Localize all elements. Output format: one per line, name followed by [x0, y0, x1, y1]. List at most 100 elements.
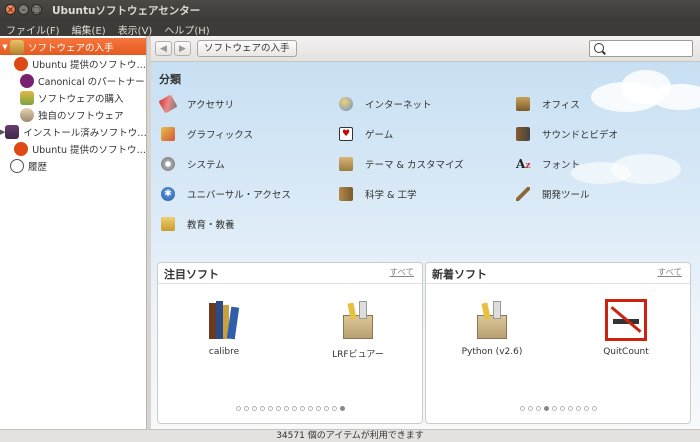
featured-panel: 注目ソフト すべて calibre LRFビュアー: [157, 262, 423, 424]
sidebar-item-get-software[interactable]: ▼ ソフトウェアの入手: [0, 38, 146, 55]
sidebar-item-installed[interactable]: ▶ インストール済みソフトウ…: [0, 123, 146, 140]
fonts-icon: Az: [516, 157, 531, 171]
sidebar-item-installed-ubuntu[interactable]: Ubuntu 提供のソフトウ…: [0, 140, 146, 157]
window-controls: × – □: [5, 4, 42, 15]
sidebar-item-canonical-partners[interactable]: Canonical のパートナー: [0, 72, 146, 89]
menu-edit[interactable]: 編集(E): [66, 20, 112, 37]
pager-dot[interactable]: [315, 406, 321, 411]
pager-dot[interactable]: [251, 406, 257, 411]
pager-dot[interactable]: [543, 406, 549, 411]
new-app-python[interactable]: Python (v2.6): [452, 299, 532, 357]
search-input[interactable]: [589, 40, 693, 57]
title-bar: × – □ Ubuntuソフトウェアセンター: [0, 0, 700, 20]
featured-app-lrf-viewer[interactable]: LRFビュアー: [318, 299, 398, 360]
category-label: サウンドとビデオ: [542, 130, 619, 141]
sidebar-item-purchase[interactable]: ソフトウェアの購入: [0, 89, 146, 106]
app-name: LRFビュアー: [332, 350, 384, 360]
sidebar-item-own-software[interactable]: 独自のソフトウェア: [0, 106, 146, 123]
category-label: オフィス: [542, 100, 580, 111]
category-internet[interactable]: インターネット: [339, 95, 432, 113]
pager-dot[interactable]: [583, 406, 589, 411]
back-button[interactable]: ◀: [155, 41, 172, 56]
maximize-icon[interactable]: □: [31, 4, 42, 15]
category-developer-tools[interactable]: 開発ツール: [516, 185, 590, 203]
pager-dot[interactable]: [591, 406, 597, 411]
category-accessories[interactable]: アクセサリ: [158, 94, 234, 114]
category-education[interactable]: 教育・教養: [161, 215, 235, 233]
category-label: 開発ツール: [542, 190, 590, 201]
category-label: グラフィックス: [187, 130, 254, 141]
graphics-icon: [161, 127, 175, 141]
close-icon[interactable]: ×: [5, 4, 16, 15]
pager-dot[interactable]: [559, 406, 565, 411]
pager-dot[interactable]: [527, 406, 533, 411]
purchase-icon: [20, 90, 34, 105]
menu-view[interactable]: 表示(V): [112, 20, 159, 37]
office-icon: [516, 97, 530, 111]
pager-dot[interactable]: [291, 406, 297, 411]
pager-dot[interactable]: [259, 406, 265, 411]
pager-dot[interactable]: [283, 406, 289, 411]
package-box-icon: [471, 299, 513, 341]
category-label: テーマ & カスタマイズ: [365, 160, 464, 171]
pager-dot[interactable]: [535, 406, 541, 411]
breadcrumb[interactable]: ソフトウェアの入手: [197, 40, 297, 57]
computer-icon: [5, 124, 20, 139]
category-label: システム: [187, 160, 225, 171]
themes-icon: [339, 157, 353, 171]
pager-dot[interactable]: [307, 406, 313, 411]
sidebar-item-label: 履歴: [28, 161, 48, 173]
featured-title: 注目ソフト: [164, 268, 219, 281]
user-icon: [20, 107, 34, 122]
category-label: インターネット: [365, 100, 432, 111]
category-label: フォント: [542, 160, 581, 171]
pager-dot[interactable]: [567, 406, 573, 411]
category-sound-video[interactable]: サウンドとビデオ: [516, 125, 618, 143]
category-fonts[interactable]: Az フォント: [516, 155, 580, 173]
new-all-link[interactable]: すべて: [657, 266, 682, 278]
new-title: 新着ソフト: [432, 268, 487, 281]
pager-dot[interactable]: [299, 406, 305, 411]
new-app-quitcount[interactable]: QuitCount: [586, 299, 666, 357]
app-name: QuitCount: [603, 347, 649, 357]
sidebar-item-history[interactable]: 履歴: [0, 157, 146, 174]
sidebar-item-ubuntu-provided[interactable]: Ubuntu 提供のソフトウ…: [0, 55, 146, 72]
category-label: ユニバーサル・アクセス: [187, 190, 291, 201]
accessories-icon: [158, 94, 178, 114]
minimize-icon[interactable]: –: [18, 4, 29, 15]
history-clock-icon: [10, 158, 24, 173]
menu-file[interactable]: ファイル(F): [0, 20, 66, 37]
category-system[interactable]: システム: [161, 155, 225, 173]
pager-dot[interactable]: [551, 406, 557, 411]
sidebar-item-label: インストール済みソフトウ…: [23, 127, 146, 139]
sidebar-item-label: Ubuntu 提供のソフトウ…: [32, 144, 146, 156]
no-smoking-icon: [605, 299, 647, 341]
featured-app-calibre[interactable]: calibre: [184, 299, 264, 357]
category-office[interactable]: オフィス: [516, 95, 580, 113]
category-graphics[interactable]: グラフィックス: [161, 125, 253, 143]
category-science[interactable]: 科学 & 工学: [339, 185, 416, 203]
pager-dot[interactable]: [267, 406, 273, 411]
pager-dot[interactable]: [235, 406, 241, 411]
system-gear-icon: [161, 157, 175, 171]
category-universal-access[interactable]: ✱ ユニバーサル・アクセス: [161, 185, 291, 203]
search-icon: [594, 43, 604, 53]
pager-dot[interactable]: [575, 406, 581, 411]
sidebar-item-label: 独自のソフトウェア: [38, 110, 124, 122]
expander-icon[interactable]: ▼: [0, 43, 10, 51]
app-name: Python (v2.6): [461, 347, 523, 357]
menu-help[interactable]: ヘルプ(H): [158, 20, 215, 37]
pager-dot[interactable]: [323, 406, 329, 411]
pager-dot[interactable]: [243, 406, 249, 411]
new-panel: 新着ソフト すべて Python (v2.6) QuitCount: [425, 262, 691, 424]
status-bar: 34571 個のアイテムが利用できます: [0, 429, 700, 442]
category-games[interactable]: ♥ ゲーム: [339, 125, 393, 143]
pager-dot[interactable]: [331, 406, 337, 411]
featured-all-link[interactable]: すべて: [389, 266, 414, 278]
pager-dot[interactable]: [339, 406, 345, 411]
pager-dot[interactable]: [275, 406, 281, 411]
pager-dot[interactable]: [519, 406, 525, 411]
category-label: 科学 & 工学: [365, 190, 417, 201]
category-themes[interactable]: テーマ & カスタマイズ: [339, 155, 464, 173]
forward-button[interactable]: ▶: [174, 41, 191, 56]
